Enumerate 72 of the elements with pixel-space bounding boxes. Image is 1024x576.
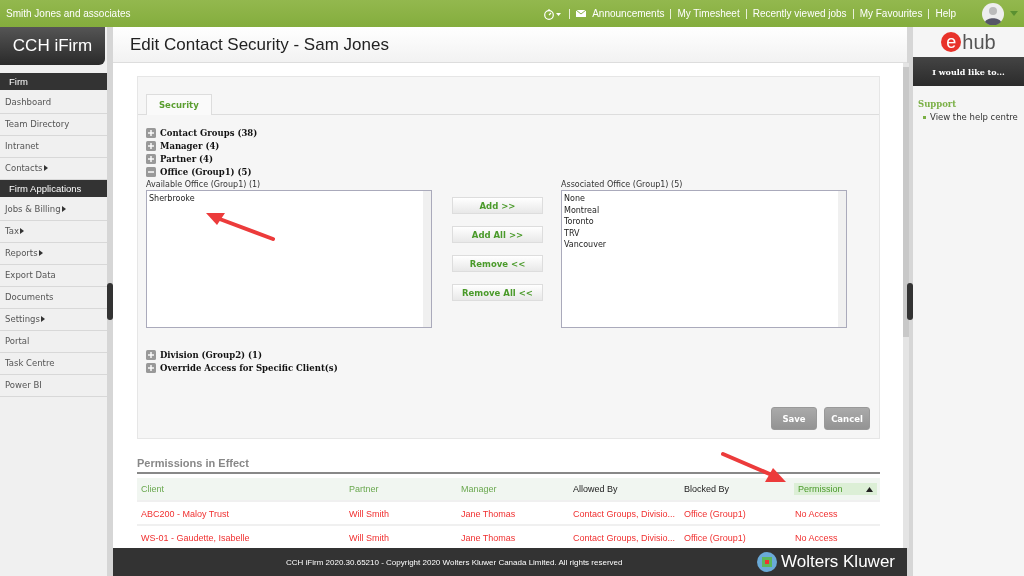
sidebar-item[interactable]: Power BI — [0, 375, 107, 397]
bullet-icon — [923, 115, 926, 119]
panel-heading: I would like to... — [913, 57, 1024, 86]
annotation-arrow — [203, 210, 275, 242]
stopwatch-icon[interactable] — [543, 7, 564, 20]
sidebar-item[interactable]: Portal — [0, 331, 107, 353]
table-cell: Jane Thomas — [457, 500, 569, 524]
sidebar-heading: Firm — [0, 73, 107, 90]
expand-icon[interactable] — [146, 141, 156, 151]
list-item[interactable]: Vancouver — [564, 239, 836, 251]
list-item[interactable]: Montreal — [564, 204, 836, 216]
expand-icon[interactable] — [146, 128, 156, 138]
column-header: Blocked By — [680, 478, 791, 500]
support-heading: Support — [918, 99, 958, 109]
sidebar-item[interactable]: Reports — [0, 243, 107, 265]
list-item[interactable]: None — [564, 193, 836, 205]
list-item[interactable]: Sherbrooke — [149, 193, 421, 205]
sidebar-item[interactable]: Export Data — [0, 265, 107, 287]
table-cell: Will Smith — [345, 500, 457, 524]
envelope-icon — [576, 10, 587, 17]
sidebar-item[interactable]: Dashboard — [0, 92, 107, 114]
submenu-arrow-icon — [20, 228, 25, 234]
column-header: Allowed By — [569, 478, 680, 500]
sidebar-item[interactable]: Intranet — [0, 136, 107, 158]
section-toggle[interactable]: Override Access for Specific Client(s) — [160, 363, 338, 373]
list-item[interactable]: TRV — [564, 227, 836, 239]
section-toggle[interactable]: Division (Group2) (1) — [160, 350, 262, 360]
section-toggle[interactable]: Contact Groups (38) — [160, 128, 258, 138]
list-label: Available Office (Group1) (1) — [146, 180, 262, 189]
section-toggle[interactable]: Partner (4) — [160, 154, 214, 164]
table-cell: Contact Groups, Divisio... — [569, 500, 680, 524]
collapse-icon[interactable] — [146, 167, 156, 177]
sidebar-item[interactable]: Jobs & Billing — [0, 199, 107, 221]
sidebar-item[interactable]: Team Directory — [0, 114, 107, 136]
caret-icon[interactable] — [1010, 11, 1018, 16]
available-list[interactable]: Sherbrooke — [146, 190, 432, 328]
scrollbar-thumb[interactable] — [903, 67, 909, 337]
firm-name: Smith Jones and associates — [6, 8, 131, 19]
list-item[interactable]: Toronto — [564, 216, 836, 228]
table-cell: No Access — [791, 500, 880, 524]
sidebar-heading: Firm Applications — [0, 180, 107, 197]
table-cell: ABC200 - Maloy Trust — [137, 500, 345, 524]
collapse-handle[interactable] — [907, 283, 913, 320]
avatar-icon[interactable] — [982, 2, 1004, 25]
copyright-text: CCH iFirm 2020.30.65210 - Copyright 2020 Wolters Kluwer Canada Limited. All rights reserved — [286, 557, 623, 567]
section-title: Permissions in Effect — [137, 457, 880, 474]
sidebar-item[interactable]: Task Centre — [0, 353, 107, 375]
section-toggle[interactable]: Manager (4) — [160, 141, 220, 151]
table-cell: Office (Group1) — [680, 500, 791, 524]
associated-list[interactable]: None Montreal Toronto TRV Vancouver — [561, 190, 847, 328]
expand-icon[interactable] — [146, 350, 156, 360]
ehub-logo: e hub — [913, 27, 1024, 57]
expand-icon[interactable] — [146, 154, 156, 164]
submenu-arrow-icon — [38, 250, 43, 256]
sidebar-item[interactable]: Tax — [0, 221, 107, 243]
submenu-arrow-icon — [61, 206, 66, 212]
submenu-arrow-icon — [40, 316, 45, 322]
expand-icon[interactable] — [146, 363, 156, 373]
section-toggle[interactable]: Office (Group1) (5) — [160, 167, 252, 177]
submenu-arrow-icon — [43, 165, 48, 171]
scrollbar[interactable] — [903, 63, 909, 548]
collapse-handle[interactable] — [107, 283, 113, 320]
annotation-arrow — [720, 450, 788, 485]
sort-ascending-icon — [866, 486, 873, 492]
scrollbar[interactable] — [423, 191, 431, 327]
help-link[interactable]: View the help centre — [930, 112, 1018, 122]
scrollbar[interactable] — [838, 191, 846, 327]
brand-name: Wolters Kluwer — [781, 552, 895, 572]
list-label: Associated Office (Group1) (5) — [561, 180, 684, 189]
sidebar-item[interactable]: Settings — [0, 309, 107, 331]
brand-logo-icon — [756, 551, 778, 573]
app-logo: CCH iFirm — [0, 27, 105, 65]
